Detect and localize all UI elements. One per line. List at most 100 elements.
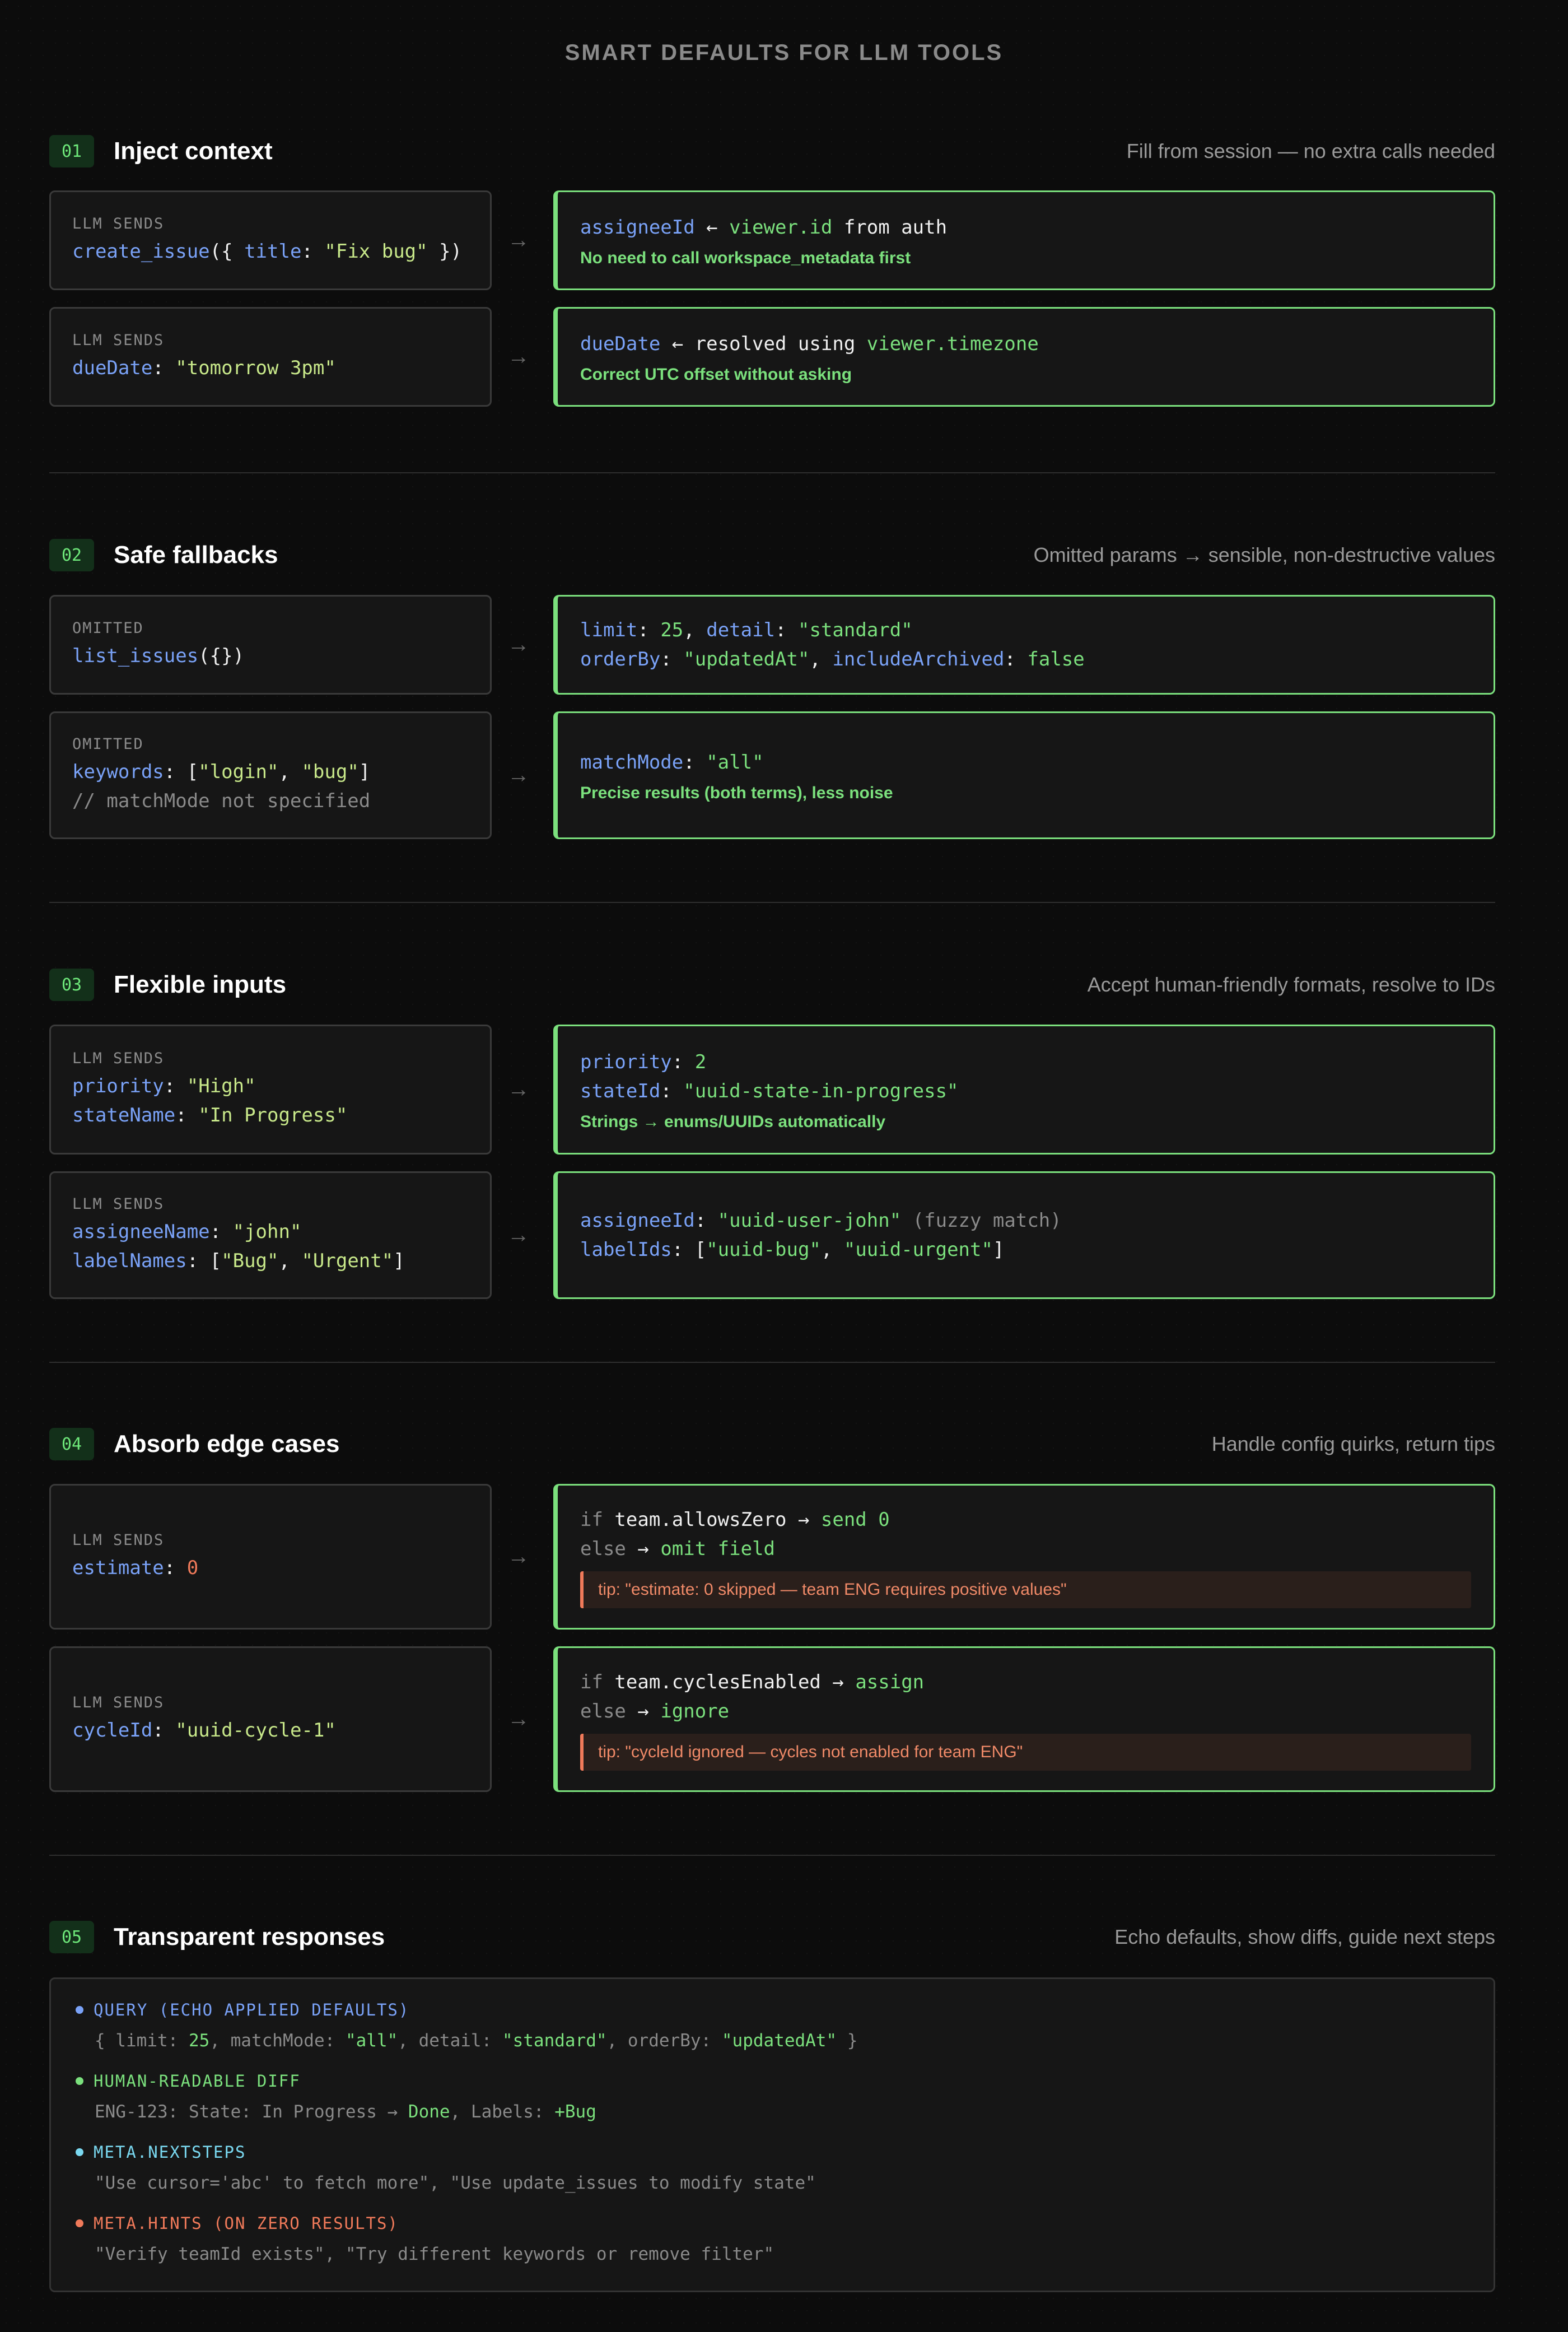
input-card: LLM SENDS dueDate: "tomorrow 3pm" [49,307,492,407]
code-token: : [164,1074,187,1097]
code-token: , detail: [398,2031,502,2051]
code-token: +Bug [554,2102,596,2122]
code-token: "High" [186,1074,256,1097]
input-card: OMITTED keywords: ["login", "bug"] // matc… [49,711,492,839]
input-card: LLM SENDS estimate: 0 [49,1484,492,1630]
resolved-card: priority: 2 stateId: "uuid-state-in-progr… [553,1025,1495,1155]
code-token: title [244,240,302,263]
code-token: orderBy [580,648,661,671]
section-title: Absorb edge cases [114,1430,340,1458]
section-divider [49,1855,1495,1856]
resolved-code-line: else → ignore [580,1697,1471,1726]
resolved-note: Precise results (both terms), less noise [580,784,893,802]
section-header: 04 Absorb edge cases Handle config quirks,… [49,1425,1495,1464]
input-tag: LLM SENDS [72,1531,165,1549]
code-token: if [580,1671,615,1693]
code-token: : [175,1104,199,1127]
response-item: META.NEXTSTEPS "Use cursor='abc' to fetch… [76,2138,1469,2209]
code-token: → [626,1700,661,1723]
code-token: 2 [694,1051,707,1073]
section-05: 05 Transparent responses Echo defaults, sh… [49,1917,1495,1957]
response-item-label: HUMAN-READABLE DIFF [94,2072,301,2091]
code-token: "uuid-bug" [706,1239,821,1261]
example-row: OMITTED list_issues({}) → limit: 25, detail… [49,595,1495,695]
code-token: assigneeId [580,216,695,239]
code-token: else [580,1538,626,1560]
resolved-code-line: labelIds: ["uuid-bug", "uuid-urgent"] [580,1235,1471,1264]
section-divider [49,902,1495,903]
code-token: stateName [72,1104,176,1127]
resolved-code-line: stateId: "uuid-state-in-progress" [580,1077,1471,1106]
resolved-code-line: priority: 2 [580,1048,1471,1077]
tip-callout: tip: "cycleId ignored — cycles not enabl… [580,1734,1471,1771]
code-token: , orderBy: [606,2031,722,2051]
section-01: 01 Inject context Fill from session — no e… [49,132,1495,407]
section-title: Transparent responses [114,1923,385,1951]
code-token: } [837,2031,858,2051]
resolved-card: dueDate ← resolved using viewer.timezone… [553,307,1495,407]
section-03: 03 Flexible inputs Accept human-friendly f… [49,965,1495,1299]
code-token: "standard" [502,2031,607,2051]
code-token: "john" [232,1220,302,1243]
response-item-label: QUERY (ECHO APPLIED DEFAULTS) [94,2000,410,2019]
resolved-code-line: dueDate ← resolved using viewer.timezone [580,329,1471,359]
response-item: QUERY (ECHO APPLIED DEFAULTS) { limit: 25… [76,1996,1469,2067]
code-token: ({}) [198,644,245,667]
code-token: from auth [832,216,948,239]
code-token: detail [706,619,776,641]
code-token: viewer.id [729,216,833,239]
input-code-line: assigneeName: "john" [72,1217,469,1246]
response-item-body: "Verify teamId exists", "Try different k… [76,2237,1469,2271]
section-number-badge: 05 [49,1921,94,1953]
arrow-icon: → [507,1222,530,1248]
resolved-card: if team.allowsZero → send 0 else → omit f… [553,1484,1495,1630]
code-token: , [278,1249,302,1272]
input-code-line: labelNames: ["Bug", "Urgent"] [72,1246,469,1276]
code-token: dueDate [72,356,153,379]
response-item-header: HUMAN-READABLE DIFF [76,2067,1469,2095]
code-token: if [580,1509,615,1531]
code-token: : [660,1080,684,1102]
arrow-icon: → [507,632,530,657]
arrow-icon: → [507,1706,530,1731]
code-token: "uuid-user-john" [717,1209,902,1232]
input-code-line: estimate: 0 [72,1553,469,1582]
input-card: LLM SENDS priority: "High" stateName: "In … [49,1025,492,1155]
example-row: OMITTED keywords: ["login", "bug"] // matc… [49,711,1495,839]
code-token: priority [580,1051,672,1073]
input-tag: OMITTED [72,735,144,753]
code-token: "tomorrow 3pm" [175,356,336,379]
code-token: "uuid-cycle-1" [175,1719,336,1742]
code-token: : [164,1556,187,1579]
code-token: "Fix bug" [324,240,428,263]
code-token: , matchMode: [209,2031,346,2051]
code-token: , [683,619,707,641]
section-title: Inject context [114,137,273,165]
code-token: "standard" [798,619,913,641]
bullet-dot-icon [76,2148,83,2156]
code-token: "updatedAt" [721,2031,837,2051]
code-token: omit field [660,1538,776,1560]
code-token: : [ [164,760,199,783]
response-item-header: QUERY (ECHO APPLIED DEFAULTS) [76,1996,1469,2024]
bullet-dot-icon [76,2077,83,2085]
code-token: → [626,1538,661,1560]
response-item-header: META.HINTS (ON ZERO RESULTS) [76,2209,1469,2237]
code-token: "updatedAt" [683,648,810,671]
response-panel: QUERY (ECHO APPLIED DEFAULTS) { limit: 25… [49,1977,1495,2292]
code-token: ENG-123: State: In Progress → [95,2102,408,2122]
code-token: "uuid-urgent" [843,1239,993,1261]
input-tag: LLM SENDS [72,215,165,232]
code-token: "all" [345,2031,398,2051]
resolved-card: matchMode: "all" Precise results (both te… [553,711,1495,839]
input-code-line: priority: "High" [72,1072,469,1101]
section-number-badge: 01 [49,135,94,167]
code-token: , [278,760,302,783]
resolved-card: assigneeId ← viewer.id from auth No need … [553,190,1495,290]
input-code-line: cycleId: "uuid-cycle-1" [72,1716,469,1745]
code-token: "bug" [301,760,359,783]
code-token: ← [694,216,730,239]
arrow-icon: → [507,344,530,369]
code-token: team.allowsZero [614,1509,787,1531]
input-code-line: stateName: "In Progress" [72,1101,469,1130]
